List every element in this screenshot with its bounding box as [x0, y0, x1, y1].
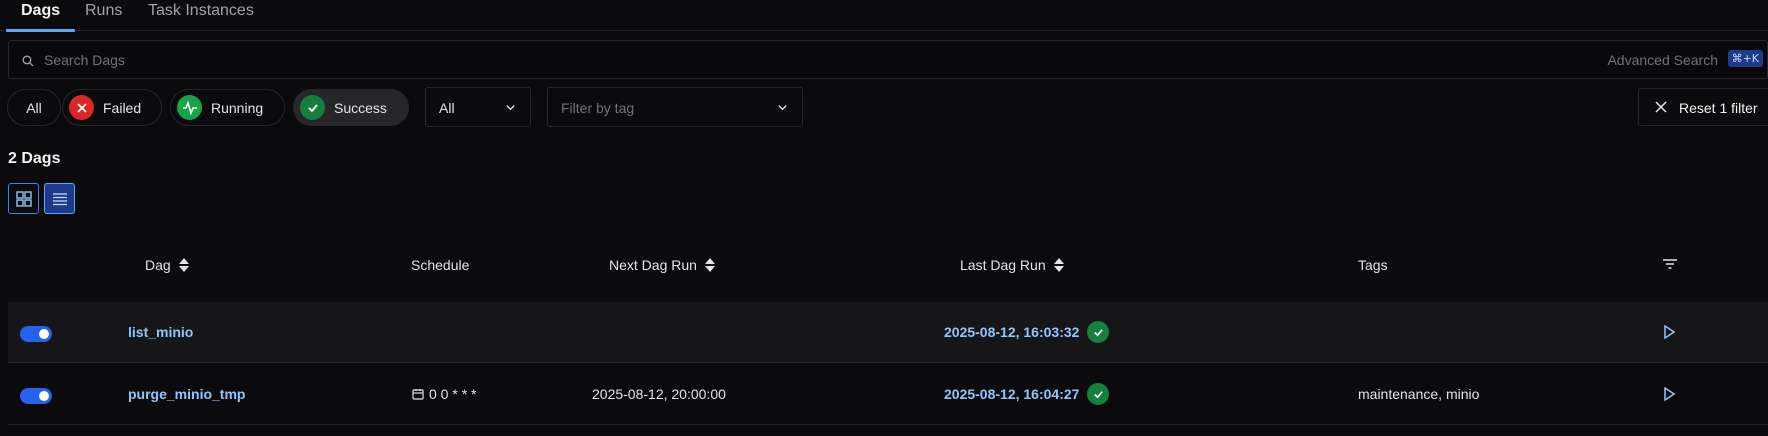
search-input[interactable] — [44, 41, 1244, 78]
filter-success-label: Success — [334, 99, 387, 116]
dag-pause-toggle[interactable] — [20, 388, 52, 404]
column-header-schedule-label: Schedule — [411, 257, 470, 273]
nav-tabs: Dags Runs Task Instances — [0, 0, 1768, 32]
column-header-last-dag-run[interactable]: Last Dag Run — [960, 257, 1064, 273]
close-icon — [1655, 101, 1667, 113]
check-circle-icon — [300, 95, 325, 120]
tag-filter-select[interactable]: Filter by tag — [547, 87, 803, 127]
column-header-dag-label: Dag — [145, 257, 171, 273]
last-run-link[interactable]: 2025-08-12, 16:04:27 — [944, 383, 1110, 405]
tags-cell: maintenance, minio — [1358, 386, 1480, 402]
last-run-time: 2025-08-12, 16:03:32 — [944, 324, 1080, 340]
trigger-dag-play-icon[interactable] — [1663, 387, 1675, 401]
column-header-dag[interactable]: Dag — [145, 257, 189, 273]
column-header-tags-label: Tags — [1358, 257, 1388, 273]
table-row: list_minio 2025-08-12, 16:03:32 — [8, 302, 1768, 363]
search-bar: Advanced Search ⌘+K — [8, 40, 1768, 79]
tab-runs[interactable]: Runs — [85, 0, 122, 31]
search-icon — [22, 55, 34, 67]
advanced-search-link[interactable]: Advanced Search — [1607, 52, 1718, 68]
chevron-down-icon — [506, 105, 515, 111]
last-run-link[interactable]: 2025-08-12, 16:03:32 — [944, 321, 1110, 343]
calendar-icon — [412, 389, 424, 400]
column-header-tags: Tags — [1358, 257, 1388, 273]
table-view-button[interactable] — [44, 183, 75, 214]
dag-name-link[interactable]: purge_minio_tmp — [128, 386, 245, 402]
paused-filter-select[interactable]: All — [425, 87, 531, 127]
last-run-time: 2025-08-12, 16:04:27 — [944, 386, 1080, 402]
dag-name-link[interactable]: list_minio — [128, 324, 193, 340]
column-header-schedule: Schedule — [411, 257, 469, 273]
check-circle-icon — [1087, 383, 1110, 405]
filter-failed-label: Failed — [103, 99, 142, 116]
search-shortcut-badge: ⌘+K — [1727, 50, 1763, 67]
tag-filter-placeholder: Filter by tag — [561, 100, 635, 116]
check-circle-icon — [1087, 321, 1110, 343]
reset-filter-button[interactable]: Reset 1 filter — [1638, 88, 1768, 126]
filter-failed-button[interactable]: Failed — [62, 89, 162, 126]
next-run-value: 2025-08-12, 20:00:00 — [592, 386, 726, 402]
schedule-value: 0 0 * * * — [429, 386, 477, 402]
dag-pause-toggle[interactable] — [20, 326, 52, 342]
list-icon — [52, 192, 67, 205]
grid-icon — [15, 190, 32, 207]
table-row: purge_minio_tmp 0 0 * * * 2025-08-12, 20… — [8, 364, 1768, 425]
chevron-down-icon — [778, 105, 787, 111]
column-header-next-run-label: Next Dag Run — [609, 257, 697, 273]
schedule-cell: 0 0 * * * — [412, 386, 476, 402]
filter-success-button[interactable]: Success — [293, 89, 409, 126]
x-circle-icon — [69, 95, 94, 120]
filter-running-button[interactable]: Running — [170, 89, 285, 126]
filter-all-label: All — [26, 99, 42, 116]
filter-all-button[interactable]: All — [7, 89, 61, 126]
sort-icon — [178, 258, 189, 272]
column-header-last-run-label: Last Dag Run — [960, 257, 1046, 273]
sort-icon — [704, 258, 715, 272]
reset-filter-label: Reset 1 filter — [1679, 100, 1758, 116]
tab-dags[interactable]: Dags — [5, 0, 76, 32]
trigger-dag-play-icon[interactable] — [1663, 325, 1675, 339]
filter-running-label: Running — [211, 99, 264, 116]
column-header-next-dag-run[interactable]: Next Dag Run — [609, 257, 715, 273]
activity-icon — [177, 95, 202, 120]
dag-count: 2 Dags — [8, 150, 61, 167]
column-options-button[interactable] — [1662, 258, 1678, 270]
tab-task-instances[interactable]: Task Instances — [148, 0, 254, 31]
filter-lines-icon — [1663, 259, 1677, 269]
card-view-button[interactable] — [8, 183, 39, 214]
sort-icon — [1053, 258, 1064, 272]
paused-filter-value: All — [439, 100, 455, 116]
